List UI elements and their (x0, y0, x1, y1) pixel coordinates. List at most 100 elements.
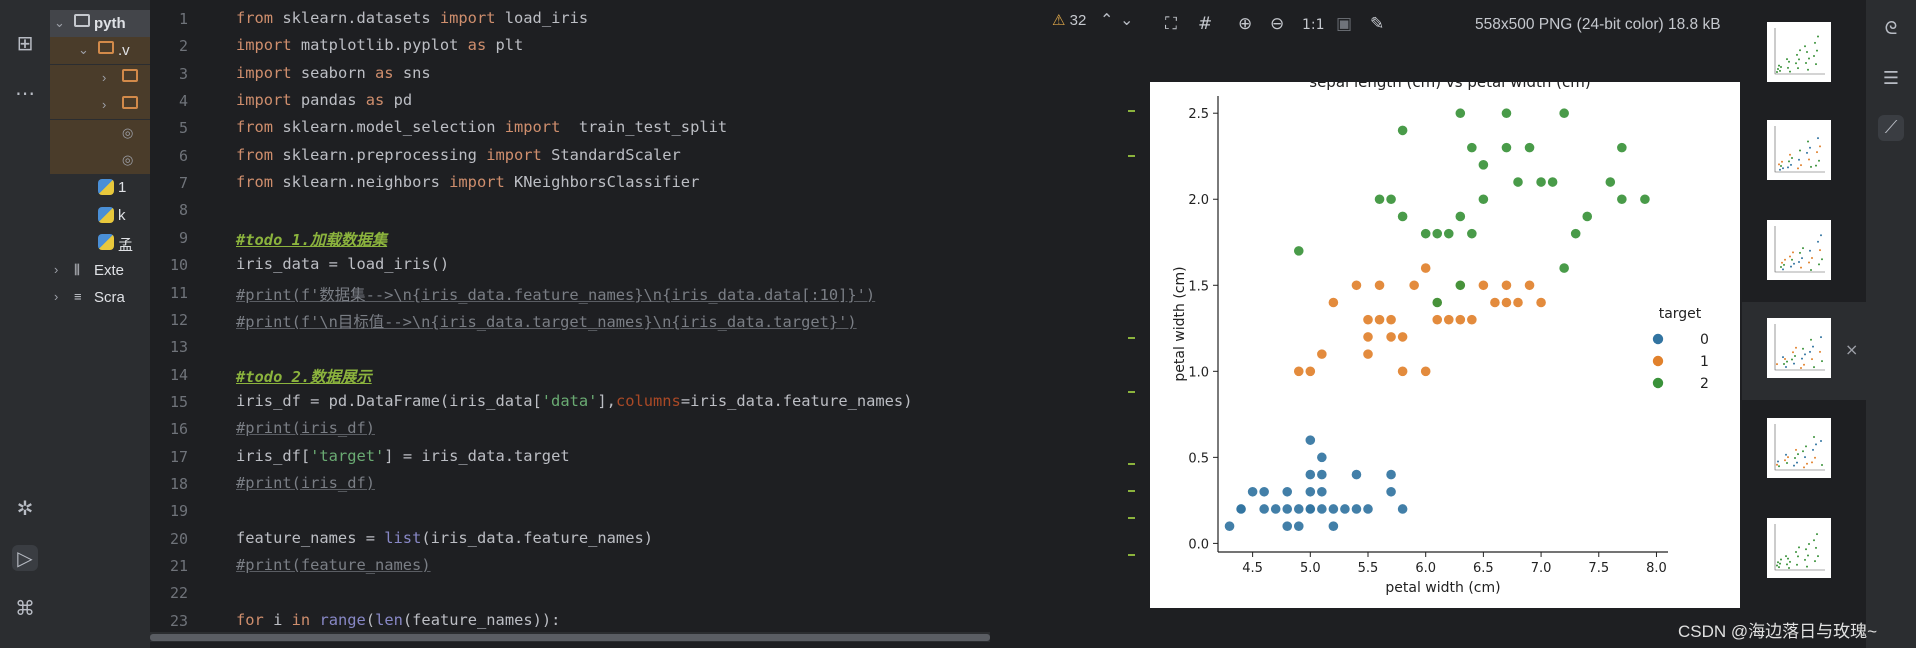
sciview-icon[interactable]: ⟋ (1878, 115, 1904, 141)
code-line[interactable]: #todo 1.加载数据集 (236, 228, 387, 250)
color-picker-icon[interactable]: ✎ (1370, 14, 1384, 34)
code-line[interactable]: #todo 2.数据展示 (236, 365, 372, 387)
thumbnail[interactable] (1767, 120, 1831, 180)
tree-item[interactable]: › (50, 92, 150, 120)
code-line[interactable]: #print(f'数据集-->\n{iris_data.feature_name… (236, 283, 875, 305)
code-editor[interactable]: 1 2 3 4 5 6 7 8 9 10 11 12 13 14 15 16 17 18 19 20 21 22 23 fr… (150, 0, 1135, 648)
chevron-right-icon[interactable]: › (54, 262, 58, 277)
chessboard-icon[interactable]: ▣ (1336, 14, 1352, 34)
data-point (1558, 262, 1570, 274)
zoom-in-icon[interactable]: ⊕ (1238, 14, 1252, 34)
tree-item[interactable]: › ≡ Scra (50, 284, 150, 311)
editor-horizontal-scrollbar[interactable] (150, 632, 990, 642)
y-ticks: 0.0 0.5 1.0 1.5 2.0 2.5 (1188, 107, 1218, 552)
data-point (1431, 314, 1443, 326)
thumbnail[interactable] (1767, 518, 1831, 578)
chevron-right-icon[interactable]: › (54, 289, 58, 304)
tree-item[interactable]: 1 (50, 174, 150, 201)
data-point (1639, 193, 1651, 205)
data-point (1350, 503, 1363, 515)
thumbnail[interactable] (1767, 418, 1831, 478)
line-number: 2 (178, 37, 188, 56)
data-point (1454, 210, 1466, 223)
code-line[interactable]: from sklearn.neighbors import KNeighbors… (236, 173, 699, 191)
code-line[interactable]: #print(iris_df) (236, 474, 375, 492)
data-point (1362, 348, 1374, 360)
data-point (1454, 279, 1466, 291)
tree-item[interactable]: k (50, 202, 150, 229)
code-line[interactable]: from sklearn.preprocessing import Standa… (236, 146, 681, 164)
thumbnail[interactable] (1767, 22, 1831, 82)
legend-label: 0 (1700, 332, 1709, 348)
tree-item[interactable]: ◎ (50, 119, 150, 147)
ai-assistant-icon[interactable]: ᘓ (1878, 16, 1904, 42)
legend-label: 2 (1700, 376, 1709, 392)
tree-item[interactable]: › (50, 64, 150, 92)
python-console-icon[interactable]: ⌘ (12, 595, 38, 621)
tree-item-label: .v (118, 42, 130, 60)
scrollbar-thumb[interactable] (150, 634, 990, 641)
structure-icon[interactable]: ⊞ (12, 30, 38, 56)
code-line[interactable]: iris_df['target'] = iris_data.target (236, 447, 570, 465)
chevron-right-icon[interactable]: › (102, 70, 106, 85)
data-point (1466, 314, 1478, 326)
code-line[interactable]: import pandas as pd (236, 91, 412, 109)
tree-item[interactable]: ⌄ pyth (50, 10, 150, 37)
y-tick-label: 1.0 (1188, 365, 1209, 380)
chevron-right-icon[interactable]: › (102, 97, 106, 112)
database-icon[interactable]: ☰ (1878, 66, 1904, 92)
tree-item[interactable]: ⌄ .v (50, 37, 150, 65)
code-line[interactable]: from sklearn.model_selection import trai… (236, 118, 727, 136)
code-line[interactable]: import seaborn as sns (236, 64, 431, 82)
line-number: 7 (178, 174, 188, 193)
fit-to-window-icon[interactable]: ⛶ (1165, 14, 1177, 34)
tree-item[interactable]: › ⫼ Exte (50, 257, 150, 284)
folder-icon (122, 68, 138, 82)
data-point (1420, 365, 1432, 377)
line-number: 1 (178, 10, 188, 28)
chevron-down-icon[interactable]: ⌄ (54, 15, 65, 31)
tree-item[interactable]: ◎ (50, 147, 150, 174)
thumbnail[interactable] (1767, 220, 1831, 280)
prev-highlight-icon[interactable]: ⌃ (1100, 10, 1113, 29)
chevron-down-icon[interactable]: ⌄ (78, 42, 89, 58)
actual-size-button[interactable]: 1:1 (1302, 17, 1325, 33)
line-number: 15 (169, 392, 188, 411)
code-line[interactable]: for i in range(len(feature_names)): (236, 611, 560, 629)
code-line[interactable]: iris_data = load_iris() (236, 255, 449, 273)
project-panel: ⌄ pyth ⌄ .v › › ◎ ◎ 1 k 孟 › ⫼ Exte › ≡ Scra (50, 0, 150, 648)
line-number: 12 (169, 310, 188, 329)
next-highlight-icon[interactable]: ⌄ (1120, 10, 1133, 29)
data-point (1327, 296, 1339, 309)
thumbnail[interactable] (1767, 318, 1831, 378)
code-line[interactable]: iris_df = pd.DataFrame(iris_data['data']… (236, 392, 912, 410)
code-line[interactable]: #print(f'\n目标值-->\n{iris_data.target_nam… (236, 310, 857, 332)
data-point (1431, 228, 1443, 240)
x-tick-label: 8.0 (1646, 561, 1667, 576)
code-line[interactable]: #print(iris_df) (236, 419, 375, 437)
close-thumbnail-icon[interactable]: × (1845, 340, 1858, 359)
data-point (1258, 486, 1270, 498)
grid-icon[interactable]: # (1198, 14, 1212, 34)
run-icon[interactable]: ▷ (12, 545, 38, 571)
zoom-out-icon[interactable]: ⊖ (1270, 14, 1284, 34)
tree-item[interactable]: 孟 (50, 229, 150, 256)
code-line[interactable]: import matplotlib.pyplot as plt (236, 36, 523, 54)
more-icon[interactable]: ⋯ (12, 80, 38, 106)
data-point (1466, 228, 1478, 240)
code-line[interactable]: feature_names = list(iris_data.feature_n… (236, 529, 653, 547)
code-line[interactable]: from sklearn.datasets import load_iris (236, 9, 588, 27)
code-line[interactable]: #print(feature_names) (236, 556, 431, 574)
legend-label: 1 (1700, 354, 1709, 370)
data-point (1535, 296, 1547, 309)
debug-icon[interactable]: ✲ (12, 495, 38, 521)
line-number: 3 (178, 64, 188, 83)
data-point (1316, 468, 1328, 481)
line-number: 14 (169, 365, 188, 384)
line-number: 16 (169, 420, 188, 439)
inspection-widget[interactable]: ⚠ 32 (1052, 11, 1086, 29)
data-point (1523, 142, 1536, 154)
legend-marker (1652, 355, 1664, 367)
python-file-icon (98, 206, 114, 223)
folder-icon (122, 96, 138, 110)
